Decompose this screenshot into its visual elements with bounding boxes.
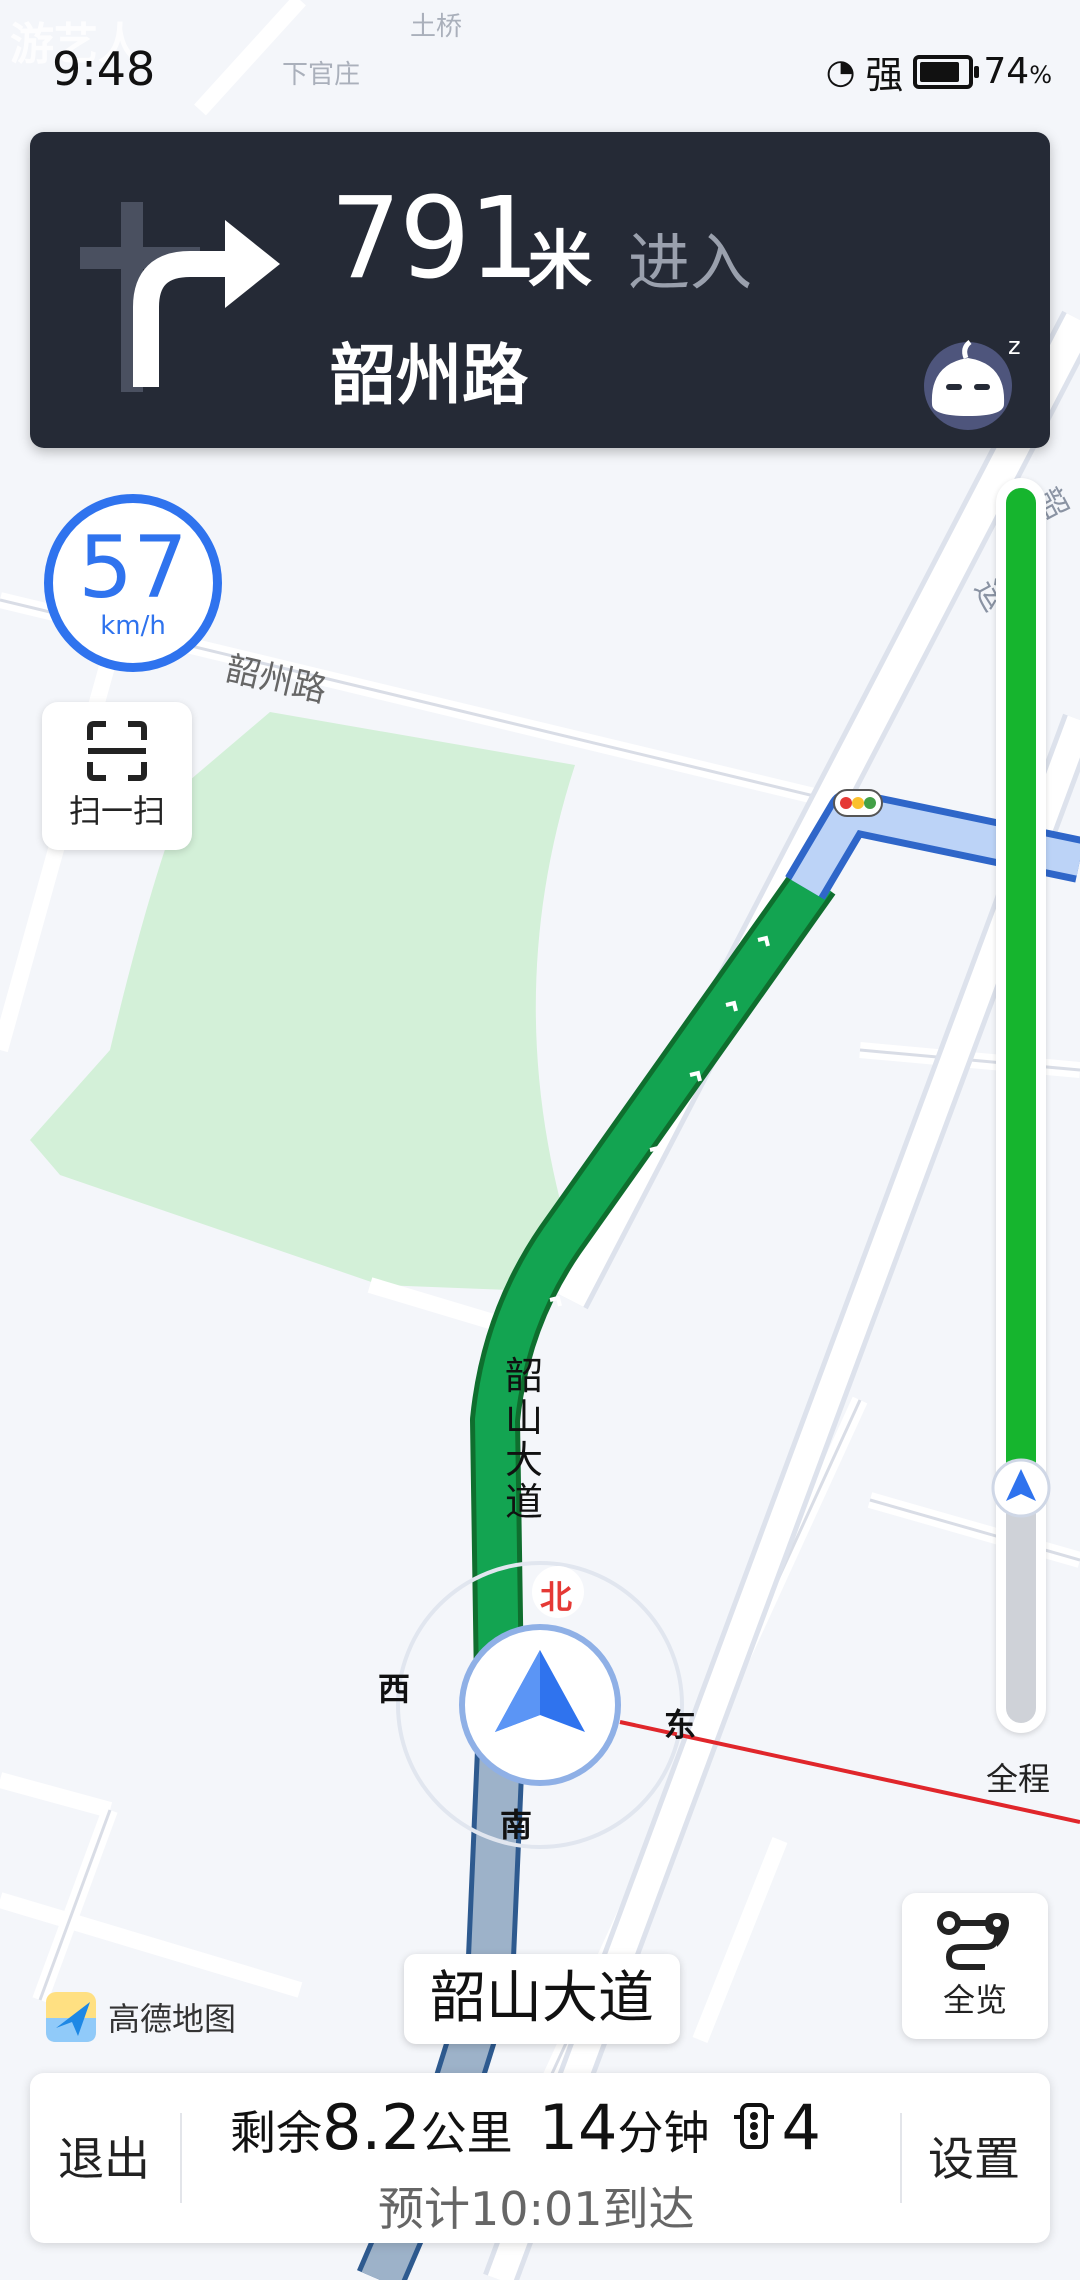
time-unit-label: 分钟	[617, 2106, 710, 2160]
remaining-time: 14	[538, 2091, 618, 2164]
route-progress-bar	[991, 478, 1051, 1733]
traffic-light-icon	[833, 789, 883, 817]
remaining-distance: 8.2	[322, 2091, 421, 2164]
status-bar: 游艺人 9:48 ◔ 强 74%	[0, 0, 1080, 130]
map-label-shaoshan-vertical: 韶 山 大 道	[504, 1354, 543, 1524]
route-overview-icon	[937, 1911, 1009, 1970]
voice-assistant-icon[interactable]: z	[922, 330, 1032, 430]
remaining-prefix: 剩余	[230, 2106, 322, 2160]
speed-value: 57	[78, 518, 188, 618]
battery-percent: 74%	[983, 51, 1052, 92]
amap-logo: 高德地图	[42, 1988, 236, 2046]
status-time: 9:48	[52, 42, 156, 96]
scan-button[interactable]: 扫一扫	[42, 702, 192, 850]
overview-button[interactable]: 全览	[902, 1893, 1048, 2039]
scan-label: 扫一扫	[68, 792, 165, 830]
svg-text:z: z	[1008, 332, 1021, 360]
speed-indicator: 57 km/h	[44, 494, 222, 672]
compass-south: 南	[500, 1806, 533, 1844]
battery-icon	[913, 54, 980, 89]
nav-instruction-card[interactable]: 791 米 进入 韶州路 z	[30, 132, 1050, 448]
compass-east: 东	[664, 1706, 697, 1744]
current-road-label: 韶山大道	[404, 1954, 680, 2044]
progress-fill	[1006, 488, 1036, 1489]
next-road-name: 韶州路	[330, 337, 528, 414]
divider-right	[900, 2113, 902, 2203]
distance-unit: 米	[528, 225, 592, 299]
compass-north: 北	[540, 1578, 573, 1616]
overview-label: 全览	[942, 1981, 1007, 2019]
traffic-light-count-icon	[733, 2103, 774, 2149]
distance-unit-label: 公里	[420, 2106, 513, 2160]
scan-icon	[87, 721, 147, 781]
trip-summary: 剩余 8.2 公里 14 分钟 4	[230, 2091, 821, 2164]
signal-text: 强	[865, 53, 904, 97]
full-route-label: 全程	[986, 1760, 1051, 1798]
compass-west: 西	[378, 1670, 411, 1708]
settings-button[interactable]: 设置	[928, 2123, 1020, 2189]
network-icon: ◔	[825, 51, 856, 92]
progress-position-icon	[991, 1458, 1051, 1518]
amap-logo-icon	[46, 1992, 96, 2042]
exit-button[interactable]: 退出	[58, 2123, 150, 2189]
bottom-info-bar: 退出 剩余 8.2 公里 14 分钟 4 预计10:01到达 设置	[30, 2073, 1050, 2243]
speed-unit: km/h	[100, 611, 166, 641]
amap-logo-text: 高德地图	[108, 2000, 237, 2038]
traffic-light-count: 4	[781, 2091, 821, 2164]
action-text: 进入	[628, 226, 753, 299]
eta-text: 预计10:01到达	[378, 2182, 695, 2236]
distance-value: 791	[330, 174, 540, 304]
turn-right-icon	[80, 202, 280, 392]
divider-left	[180, 2113, 182, 2203]
